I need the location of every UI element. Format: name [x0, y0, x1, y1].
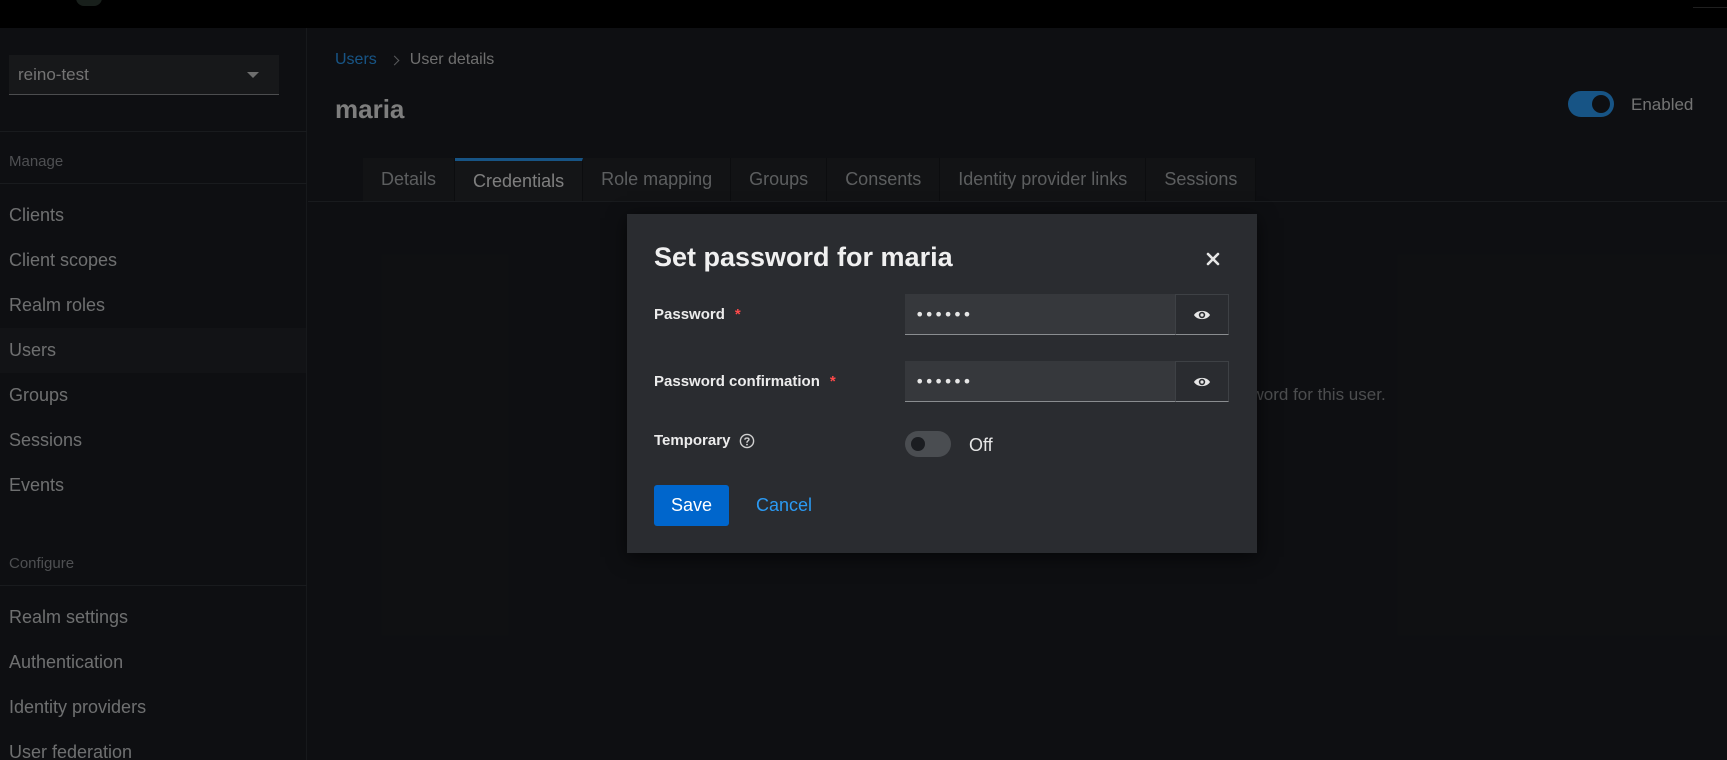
eye-icon[interactable] [1175, 294, 1229, 335]
temporary-label-text: Temporary [654, 432, 731, 449]
password-input[interactable] [905, 294, 1175, 335]
temporary-label: Temporary [654, 432, 755, 449]
save-button[interactable]: Save [654, 485, 729, 526]
temporary-toggle[interactable] [905, 431, 951, 457]
password-confirmation-group [905, 361, 1229, 402]
modal-title: Set password for maria [654, 242, 953, 272]
password-confirmation-label-text: Password confirmation [654, 373, 820, 390]
close-icon[interactable] [1202, 248, 1224, 270]
help-icon[interactable] [739, 433, 755, 449]
password-group [905, 294, 1229, 335]
password-confirmation-label: Password confirmation * [654, 373, 836, 390]
password-label-text: Password [654, 306, 725, 323]
required-marker: * [734, 306, 741, 323]
temporary-state: Off [969, 435, 993, 455]
password-confirmation-input[interactable] [905, 361, 1175, 402]
eye-icon[interactable] [1175, 361, 1229, 402]
password-label: Password * [654, 306, 741, 323]
required-marker: * [829, 373, 836, 390]
set-password-modal: Set password for maria Password * Passwo… [627, 214, 1257, 553]
cancel-button[interactable]: Cancel [756, 485, 812, 526]
